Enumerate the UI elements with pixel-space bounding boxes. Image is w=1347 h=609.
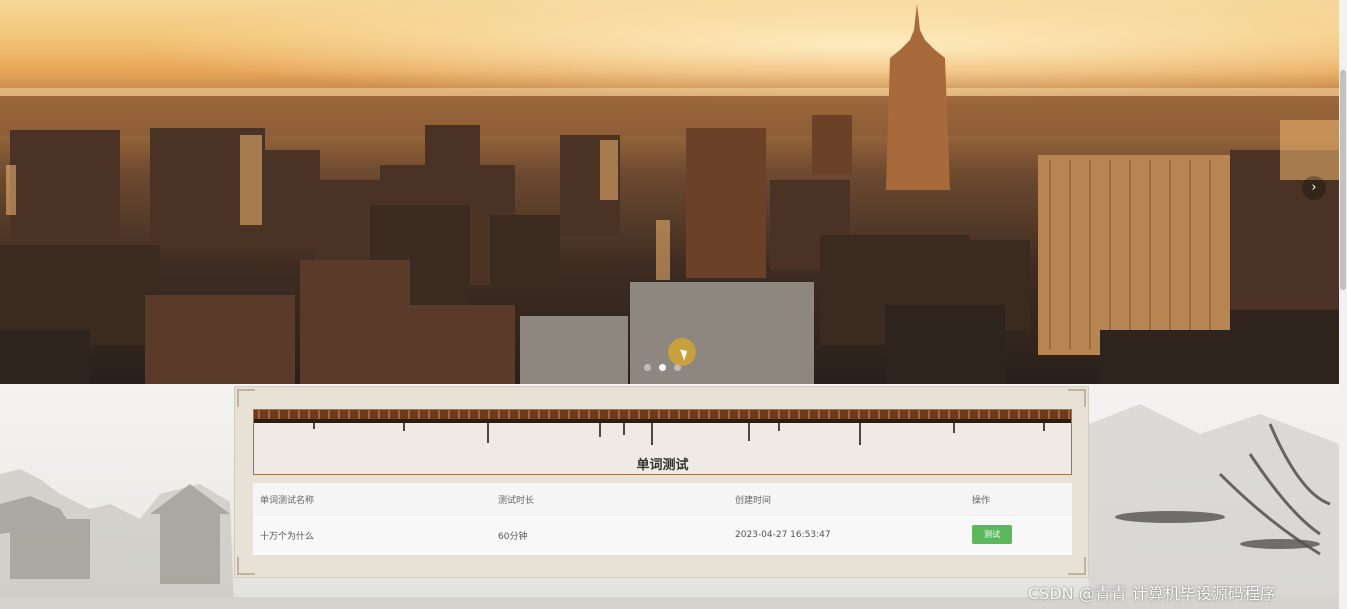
start-test-button[interactable]: 测试 xyxy=(972,525,1012,544)
scrollbar-thumb[interactable] xyxy=(1340,70,1346,290)
page-scrollbar[interactable] xyxy=(1339,0,1347,609)
column-header-action: 操作 xyxy=(972,495,991,506)
ink-drip-decoration xyxy=(313,423,1045,445)
carousel-indicators xyxy=(644,364,681,371)
city-skyline-image xyxy=(0,4,1339,384)
table-row: 十万个为什么 60分钟 2023-04-27 16:53:47 测试 xyxy=(253,517,1072,553)
chevron-right-icon: › xyxy=(1311,180,1317,195)
carousel-next-button[interactable]: › xyxy=(1302,176,1326,200)
word-test-table: 单词测试名称 测试时长 创建时间 操作 十万个为什么 60分钟 2023-04-… xyxy=(253,483,1072,555)
column-header-name: 单词测试名称 xyxy=(260,495,315,506)
csdn-watermark: CSDN @青青 计算机毕设源码程序 xyxy=(1028,584,1276,603)
carousel-dot-1[interactable] xyxy=(644,364,651,371)
table-header-row: 单词测试名称 测试时长 创建时间 操作 xyxy=(253,483,1072,516)
corner-ornament xyxy=(237,557,255,575)
corner-ornament xyxy=(1068,557,1086,575)
hero-banner: › xyxy=(0,0,1339,384)
created-time-cell: 2023-04-27 16:53:47 xyxy=(735,530,831,540)
test-name-cell: 十万个为什么 xyxy=(260,531,315,542)
column-header-created: 创建时间 xyxy=(735,495,772,506)
section-title: 单词测试 xyxy=(636,458,689,473)
corner-ornament xyxy=(237,389,255,407)
pattern-band xyxy=(254,410,1071,419)
test-duration-cell: 60分钟 xyxy=(498,531,528,542)
column-header-duration: 测试时长 xyxy=(498,495,535,506)
corner-ornament xyxy=(1068,389,1086,407)
section-title-box: 单词测试 xyxy=(253,409,1072,475)
carousel-dot-2[interactable] xyxy=(659,364,666,371)
word-test-panel: 单词测试 单词测试名称 测试时长 创建时间 操作 十万个为什么 60分钟 202… xyxy=(234,386,1089,578)
